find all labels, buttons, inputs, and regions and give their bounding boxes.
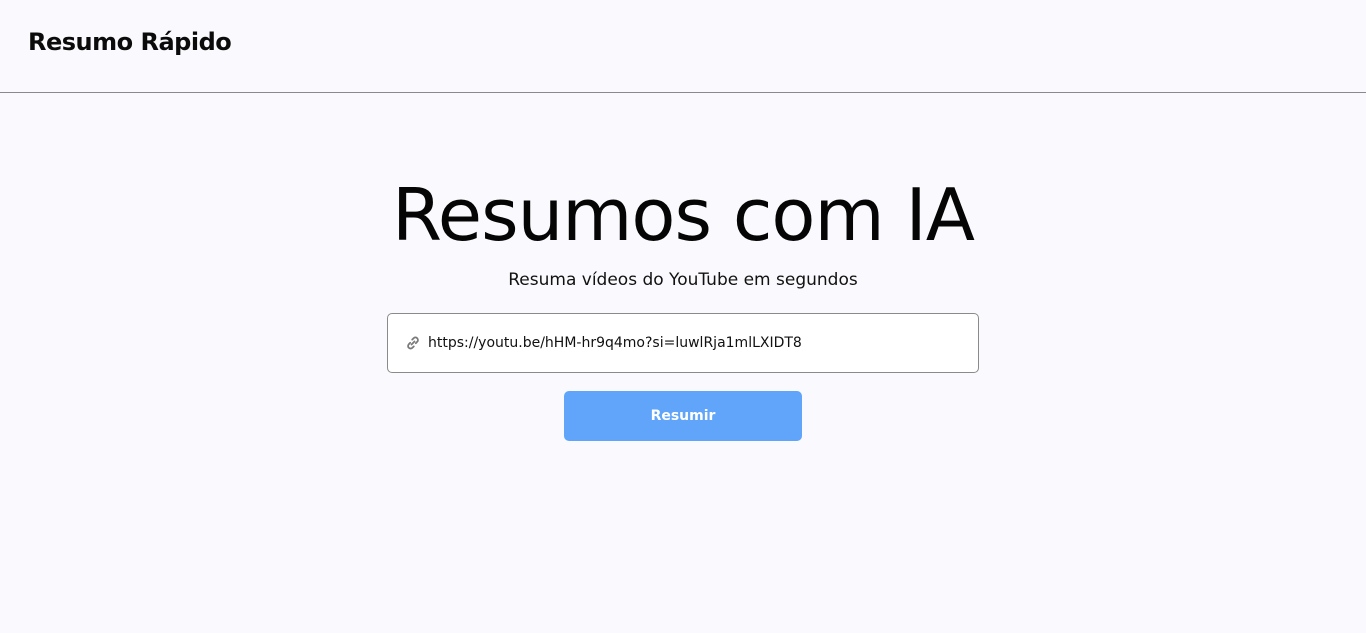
brand-logo-text[interactable]: Resumo Rápido <box>28 28 232 56</box>
url-field[interactable] <box>387 313 979 373</box>
summarize-button[interactable]: Resumir <box>564 391 802 441</box>
page-subtitle: Resuma vídeos do YouTube em segundos <box>508 270 858 290</box>
link-icon <box>405 335 421 351</box>
header: Resumo Rápido <box>0 0 1366 93</box>
page-title: Resumos com IA <box>392 173 975 257</box>
url-input[interactable] <box>428 320 960 366</box>
